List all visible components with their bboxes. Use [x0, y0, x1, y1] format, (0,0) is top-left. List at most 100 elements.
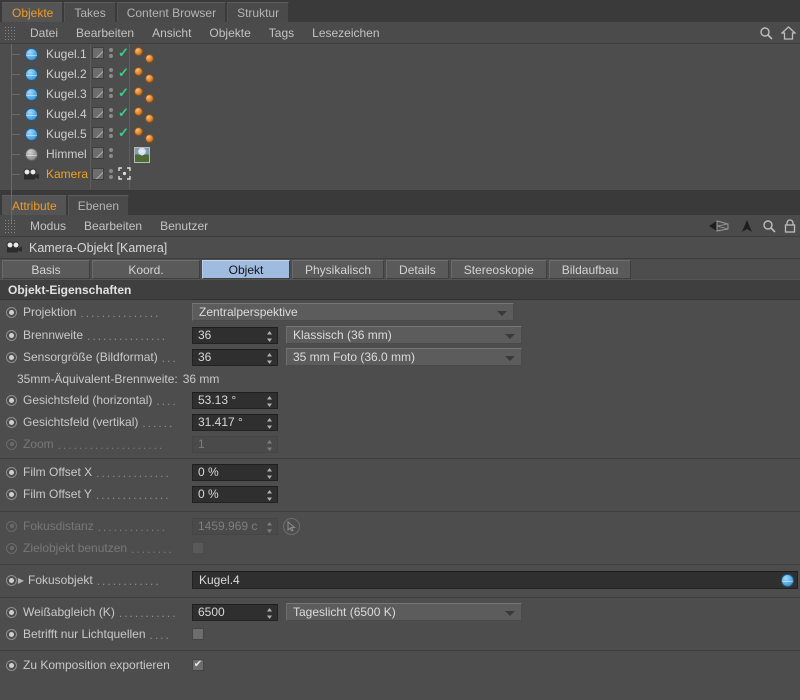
menu-bearbeiten[interactable]: Bearbeiten: [75, 215, 151, 237]
visibility-tag-icon[interactable]: [92, 87, 104, 99]
menu-ansicht[interactable]: Ansicht: [143, 22, 200, 44]
material-tags[interactable]: [131, 65, 171, 83]
search-icon[interactable]: [759, 26, 773, 40]
komposition-checkbox[interactable]: ✔: [192, 659, 204, 671]
spinner-icon[interactable]: [266, 330, 273, 343]
panel-gripper-icon[interactable]: [4, 218, 16, 233]
render-dots-icon[interactable]: [109, 148, 113, 158]
home-icon[interactable]: [781, 25, 796, 40]
spinner-icon[interactable]: [266, 395, 273, 408]
render-dots-icon[interactable]: [109, 168, 113, 179]
axis-tag-icon[interactable]: [118, 167, 131, 180]
object-row-kugel4[interactable]: Kugel.4 ✓: [0, 104, 800, 124]
render-dots-icon[interactable]: [109, 88, 113, 98]
menu-datei[interactable]: Datei: [21, 22, 67, 44]
check-tag-icon[interactable]: ✓: [118, 126, 129, 139]
menu-bearbeiten[interactable]: Bearbeiten: [67, 22, 143, 44]
material-tags[interactable]: [131, 105, 171, 123]
object-row-kamera[interactable]: Kamera: [0, 164, 800, 184]
animate-toggle-icon[interactable]: [6, 488, 17, 500]
tab-stereoskopie[interactable]: Stereoskopie: [450, 260, 547, 279]
animate-toggle-icon[interactable]: [6, 466, 17, 478]
film-offset-x-input[interactable]: 0 %: [192, 463, 278, 481]
menu-benutzer[interactable]: Benutzer: [151, 215, 217, 237]
fokusobjekt-link-field[interactable]: Kugel.4: [192, 571, 798, 589]
tab-objekte[interactable]: Objekte: [2, 2, 64, 22]
animate-toggle-icon[interactable]: [6, 329, 17, 341]
animate-toggle-icon[interactable]: [6, 659, 17, 671]
tab-objekt[interactable]: Objekt: [202, 260, 290, 279]
fov-vertikal-input[interactable]: 31.417 °: [192, 413, 278, 431]
lock-icon[interactable]: [784, 218, 796, 233]
weissabgleich-preset-dropdown[interactable]: Tageslicht (6500 K): [286, 603, 522, 621]
render-dots-icon[interactable]: [109, 128, 113, 138]
object-row-kugel1[interactable]: Kugel.1 ✓: [0, 44, 800, 64]
weissabgleich-input[interactable]: 6500: [192, 603, 278, 621]
check-tag-icon[interactable]: ✓: [118, 106, 129, 119]
visibility-tag-icon[interactable]: [92, 47, 104, 59]
sensorgroesse-preset-dropdown[interactable]: 35 mm Foto (36.0 mm): [286, 348, 522, 366]
back-arrow-icon[interactable]: [708, 219, 732, 233]
object-row-kugel2[interactable]: Kugel.2 ✓: [0, 64, 800, 84]
animate-toggle-icon[interactable]: [6, 542, 17, 554]
animate-toggle-icon[interactable]: [6, 306, 17, 318]
material-tags[interactable]: [131, 45, 171, 63]
check-tag-icon[interactable]: ✓: [118, 86, 129, 99]
menu-objekte[interactable]: Objekte: [200, 22, 259, 44]
tab-basis[interactable]: Basis: [2, 260, 90, 279]
menu-modus[interactable]: Modus: [21, 215, 75, 237]
object-row-kugel5[interactable]: Kugel.5 ✓: [0, 124, 800, 144]
film-offset-y-input[interactable]: 0 %: [192, 485, 278, 503]
brennweite-preset-dropdown[interactable]: Klassisch (36 mm): [286, 326, 522, 344]
check-tag-icon[interactable]: ✓: [118, 66, 129, 79]
animate-toggle-icon[interactable]: [6, 438, 17, 450]
spinner-icon[interactable]: [266, 417, 273, 430]
animate-toggle-icon[interactable]: [6, 394, 17, 406]
spinner-icon[interactable]: [266, 489, 273, 502]
tab-content-browser[interactable]: Content Browser: [116, 2, 227, 22]
brennweite-input[interactable]: 36: [192, 326, 278, 344]
visibility-tag-icon[interactable]: [92, 147, 104, 159]
check-tag-icon[interactable]: ✓: [118, 46, 129, 59]
picker-icon[interactable]: [283, 517, 300, 535]
material-tags[interactable]: [131, 145, 171, 163]
object-row-himmel[interactable]: Himmel: [0, 144, 800, 164]
render-dots-icon[interactable]: [109, 48, 113, 58]
visibility-tag-icon[interactable]: [92, 67, 104, 79]
spinner-icon[interactable]: [266, 352, 273, 365]
material-tags[interactable]: [131, 125, 171, 143]
animate-toggle-icon[interactable]: [6, 574, 17, 586]
expander-arrow-icon[interactable]: ▶: [17, 576, 25, 585]
panel-gripper-icon[interactable]: [4, 25, 16, 40]
animate-toggle-icon[interactable]: [6, 520, 17, 532]
animate-toggle-icon[interactable]: [6, 351, 17, 363]
sky-material-thumbnail[interactable]: [134, 147, 150, 163]
tab-physikalisch[interactable]: Physikalisch: [292, 260, 385, 279]
up-arrow-icon[interactable]: [740, 219, 754, 233]
visibility-tag-icon[interactable]: [92, 127, 104, 139]
spinner-icon[interactable]: [266, 467, 273, 480]
sensorgroesse-input[interactable]: 36: [192, 348, 278, 366]
menu-lesezeichen[interactable]: Lesezeichen: [303, 22, 388, 44]
visibility-tag-icon[interactable]: [92, 167, 104, 180]
tab-takes[interactable]: Takes: [64, 2, 116, 22]
render-dots-icon[interactable]: [109, 108, 113, 118]
fov-horizontal-input[interactable]: 53.13 °: [192, 391, 278, 409]
tab-struktur[interactable]: Struktur: [227, 2, 290, 22]
animate-toggle-icon[interactable]: [6, 606, 17, 618]
menu-tags[interactable]: Tags: [260, 22, 303, 44]
tab-ebenen[interactable]: Ebenen: [67, 195, 130, 215]
visibility-tag-icon[interactable]: [92, 107, 104, 119]
tab-details[interactable]: Details: [386, 260, 449, 279]
animate-toggle-icon[interactable]: [6, 628, 17, 640]
tab-bildaufbau[interactable]: Bildaufbau: [548, 260, 632, 279]
object-row-kugel3[interactable]: Kugel.3 ✓: [0, 84, 800, 104]
spinner-icon[interactable]: [266, 607, 273, 620]
search-icon[interactable]: [762, 219, 776, 233]
projektion-dropdown[interactable]: Zentralperspektive: [192, 303, 514, 321]
object-tree[interactable]: Kugel.1 ✓ Kugel.2 ✓ Kugel.3 ✓ Kugel.4 ✓ …: [0, 44, 800, 224]
render-dots-icon[interactable]: [109, 68, 113, 78]
animate-toggle-icon[interactable]: [6, 416, 17, 428]
material-tags[interactable]: [131, 85, 171, 103]
tab-koord[interactable]: Koord.: [92, 260, 200, 279]
